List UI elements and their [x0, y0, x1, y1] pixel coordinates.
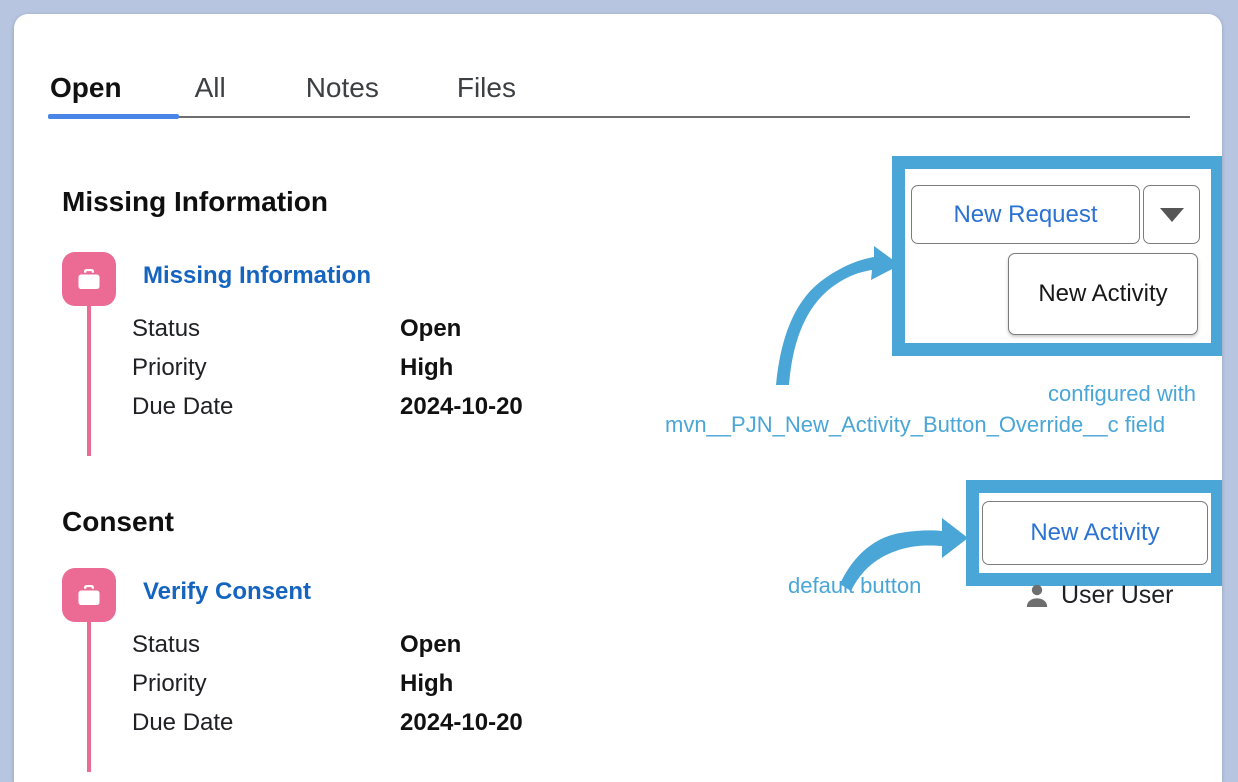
owner-name: User User: [1061, 581, 1174, 610]
field-label-due-date: Due Date: [132, 387, 233, 426]
field-value-status: Open: [400, 309, 461, 348]
annotation-arrow-top: [758, 238, 908, 388]
field-label-status: Status: [132, 309, 200, 348]
section-heading-consent: Consent: [62, 506, 174, 538]
tab-open[interactable]: Open: [48, 74, 124, 116]
field-label-priority: Priority: [132, 348, 207, 387]
task-field-list: Status Open Priority High Due Date 2024-…: [132, 625, 652, 742]
new-request-button[interactable]: New Request: [911, 185, 1140, 244]
field-value-due-date: 2024-10-20: [400, 703, 523, 742]
task-title-link[interactable]: Missing Information: [143, 262, 371, 290]
task-timeline-rail: [87, 622, 91, 772]
tab-active-indicator: [48, 114, 179, 119]
annotation-text-field-api-name: mvn__PJN_New_Activity_Button_Override__c…: [665, 412, 1165, 438]
new-request-dropdown-toggle[interactable]: [1143, 185, 1200, 244]
task-field-list: Status Open Priority High Due Date 2024-…: [132, 309, 652, 426]
activity-timeline-card: Open All Notes Files Missing Information: [14, 14, 1222, 782]
tab-notes[interactable]: Notes: [304, 74, 381, 116]
field-label-due-date: Due Date: [132, 703, 233, 742]
briefcase-icon: [62, 252, 116, 306]
task-field-row: Priority High: [132, 664, 652, 703]
field-label-status: Status: [132, 625, 200, 664]
section-heading-missing-information: Missing Information: [62, 186, 328, 218]
tab-files[interactable]: Files: [455, 74, 518, 116]
briefcase-icon: [62, 568, 116, 622]
screenshot-root: Open All Notes Files Missing Information: [0, 0, 1238, 782]
task-title-link[interactable]: Verify Consent: [143, 578, 311, 606]
task-field-row: Priority High: [132, 348, 652, 387]
field-value-priority: High: [400, 664, 453, 703]
menu-item-new-activity[interactable]: New Activity: [1008, 253, 1198, 335]
field-value-due-date: 2024-10-20: [400, 387, 523, 426]
field-label-priority: Priority: [132, 664, 207, 703]
chevron-down-icon: [1160, 208, 1184, 222]
record-owner: User User: [1024, 580, 1174, 610]
person-icon: [1024, 582, 1050, 608]
tab-bar: Open All Notes Files: [48, 54, 1190, 132]
task-field-row: Due Date 2024-10-20: [132, 387, 652, 426]
task-field-row: Status Open: [132, 625, 652, 664]
task-field-row: Status Open: [132, 309, 652, 348]
task-timeline-rail: [87, 306, 91, 456]
tab-all[interactable]: All: [193, 74, 228, 116]
field-value-priority: High: [400, 348, 453, 387]
tab-divider: [48, 116, 1190, 118]
new-activity-button[interactable]: New Activity: [982, 501, 1208, 565]
annotation-text-configured-with: configured with: [1048, 381, 1196, 407]
task-field-row: Due Date 2024-10-20: [132, 703, 652, 742]
field-value-status: Open: [400, 625, 461, 664]
annotation-text-default-button: default button: [788, 573, 921, 599]
